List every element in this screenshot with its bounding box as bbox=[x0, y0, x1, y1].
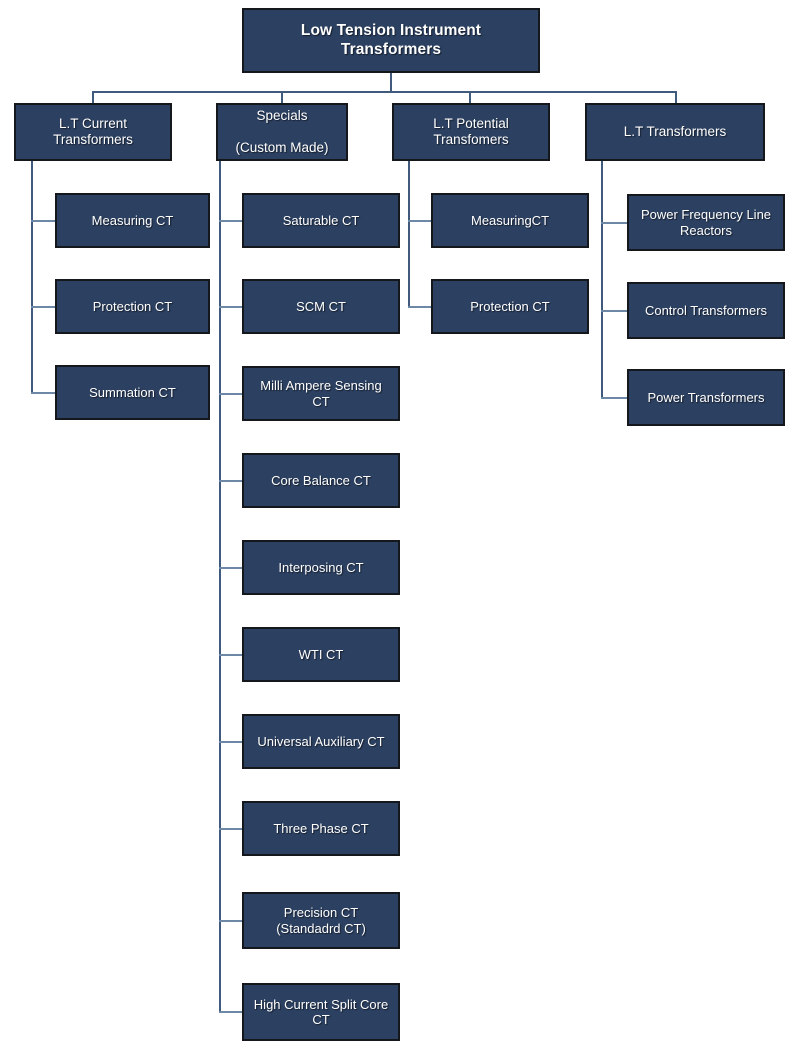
connector-stub-b1-c3 bbox=[31, 392, 55, 394]
node-power-frequency-line-reactors-label: Power Frequency Line Reactors bbox=[640, 207, 772, 238]
connector-stub-b2-c4 bbox=[219, 480, 243, 482]
connector-stub-b4-c1 bbox=[601, 222, 628, 224]
connector-stub-b2-c1 bbox=[219, 220, 243, 222]
node-power-transformers[interactable]: Power Transformers bbox=[627, 369, 785, 426]
node-protection-ct-current-label: Protection CT bbox=[92, 298, 173, 314]
node-lt-transformers-label: L.T Transformers bbox=[623, 124, 727, 140]
node-control-transformers-label: Control Transformers bbox=[644, 302, 768, 318]
node-protection-ct-current[interactable]: Protection CT bbox=[55, 279, 210, 334]
connector-spine-branch-4 bbox=[601, 161, 603, 398]
node-measuring-ct-potential-label: MeasuringCT bbox=[470, 212, 550, 228]
connector-stub-b1-c2 bbox=[31, 306, 55, 308]
node-lt-current-transformers[interactable]: L.T Current Transformers bbox=[14, 103, 172, 161]
node-lt-potential-transfomers-label: L.T Potential Transfomers bbox=[433, 116, 509, 147]
node-milli-ampere-sensing-ct[interactable]: Milli Ampere Sensing CT bbox=[242, 366, 400, 421]
node-precision-ct[interactable]: Precision CT (Standadrd CT) bbox=[242, 892, 400, 949]
node-protection-ct-potential[interactable]: Protection CT bbox=[431, 279, 589, 334]
connector-drop-branch-1 bbox=[92, 91, 94, 103]
connector-stub-b3-c2 bbox=[408, 306, 432, 308]
node-universal-auxiliary-ct[interactable]: Universal Auxiliary CT bbox=[242, 714, 400, 769]
connector-stub-b2-c6 bbox=[219, 654, 243, 656]
node-scm-ct[interactable]: SCM CT bbox=[242, 279, 400, 334]
node-specials-custom-made[interactable]: Specials (Custom Made) bbox=[216, 103, 348, 161]
connector-spine-branch-2 bbox=[219, 161, 221, 1013]
node-lt-potential-transfomers[interactable]: L.T Potential Transfomers bbox=[392, 103, 550, 161]
node-summation-ct[interactable]: Summation CT bbox=[55, 365, 210, 420]
connector-stub-b2-c3 bbox=[219, 393, 243, 395]
node-milli-ampere-sensing-ct-label: Milli Ampere Sensing CT bbox=[260, 378, 382, 409]
connector-drop-branch-4 bbox=[675, 91, 677, 103]
connector-drop-branch-3 bbox=[469, 91, 471, 103]
connector-stub-b2-c9 bbox=[219, 920, 243, 922]
node-core-balance-ct-label: Core Balance CT bbox=[271, 472, 371, 488]
node-control-transformers[interactable]: Control Transformers bbox=[627, 282, 785, 339]
node-core-balance-ct[interactable]: Core Balance CT bbox=[242, 453, 400, 508]
specials-line-2: (Custom Made) bbox=[235, 139, 329, 155]
node-wti-ct-label: WTI CT bbox=[298, 646, 344, 662]
node-root-label: Low Tension Instrument Transformers bbox=[300, 22, 482, 58]
node-power-transformers-label: Power Transformers bbox=[647, 389, 765, 405]
node-scm-ct-label: SCM CT bbox=[296, 298, 346, 314]
connector-stub-b4-c3 bbox=[601, 397, 628, 399]
connector-stub-b3-c1 bbox=[408, 220, 432, 222]
node-high-current-split-core-ct[interactable]: High Current Split Core CT bbox=[242, 983, 400, 1041]
connector-root-stem bbox=[390, 73, 392, 93]
node-saturable-ct[interactable]: Saturable CT bbox=[242, 193, 400, 248]
node-protection-ct-potential-label: Protection CT bbox=[470, 298, 550, 314]
connector-stub-b2-c7 bbox=[219, 741, 243, 743]
connector-stub-b1-c1 bbox=[31, 220, 55, 222]
connector-spine-branch-3 bbox=[408, 161, 410, 307]
connector-stub-b2-c5 bbox=[219, 567, 243, 569]
org-chart-canvas: Low Tension Instrument Transformers L.T … bbox=[0, 0, 800, 1053]
node-universal-auxiliary-ct-label: Universal Auxiliary CT bbox=[257, 733, 385, 749]
node-wti-ct[interactable]: WTI CT bbox=[242, 627, 400, 682]
node-root[interactable]: Low Tension Instrument Transformers bbox=[242, 8, 540, 73]
connector-stub-b2-c10 bbox=[219, 1011, 243, 1013]
node-measuring-ct-potential[interactable]: MeasuringCT bbox=[431, 193, 589, 248]
node-interposing-ct[interactable]: Interposing CT bbox=[242, 540, 400, 595]
node-summation-ct-label: Summation CT bbox=[89, 384, 176, 400]
node-three-phase-ct[interactable]: Three Phase CT bbox=[242, 801, 400, 856]
node-power-frequency-line-reactors[interactable]: Power Frequency Line Reactors bbox=[627, 194, 785, 251]
node-saturable-ct-label: Saturable CT bbox=[282, 212, 360, 228]
connector-root-bus bbox=[92, 91, 677, 93]
node-lt-current-transformers-label: L.T Current Transformers bbox=[53, 116, 133, 147]
node-measuring-ct[interactable]: Measuring CT bbox=[55, 193, 210, 248]
connector-drop-branch-2 bbox=[281, 91, 283, 103]
specials-line-1: Specials bbox=[256, 108, 308, 124]
node-interposing-ct-label: Interposing CT bbox=[278, 559, 364, 575]
node-lt-transformers[interactable]: L.T Transformers bbox=[585, 103, 765, 161]
node-precision-ct-label: Precision CT (Standadrd CT) bbox=[276, 905, 366, 936]
connector-stub-b4-c2 bbox=[601, 310, 628, 312]
node-measuring-ct-label: Measuring CT bbox=[91, 212, 174, 228]
node-high-current-split-core-ct-label: High Current Split Core CT bbox=[253, 996, 389, 1027]
connector-stub-b2-c2 bbox=[219, 306, 243, 308]
connector-stub-b2-c8 bbox=[219, 828, 243, 830]
connector-spine-branch-1 bbox=[31, 161, 33, 393]
node-three-phase-ct-label: Three Phase CT bbox=[273, 820, 369, 836]
node-specials-custom-made-label: Specials (Custom Made) bbox=[224, 108, 340, 156]
